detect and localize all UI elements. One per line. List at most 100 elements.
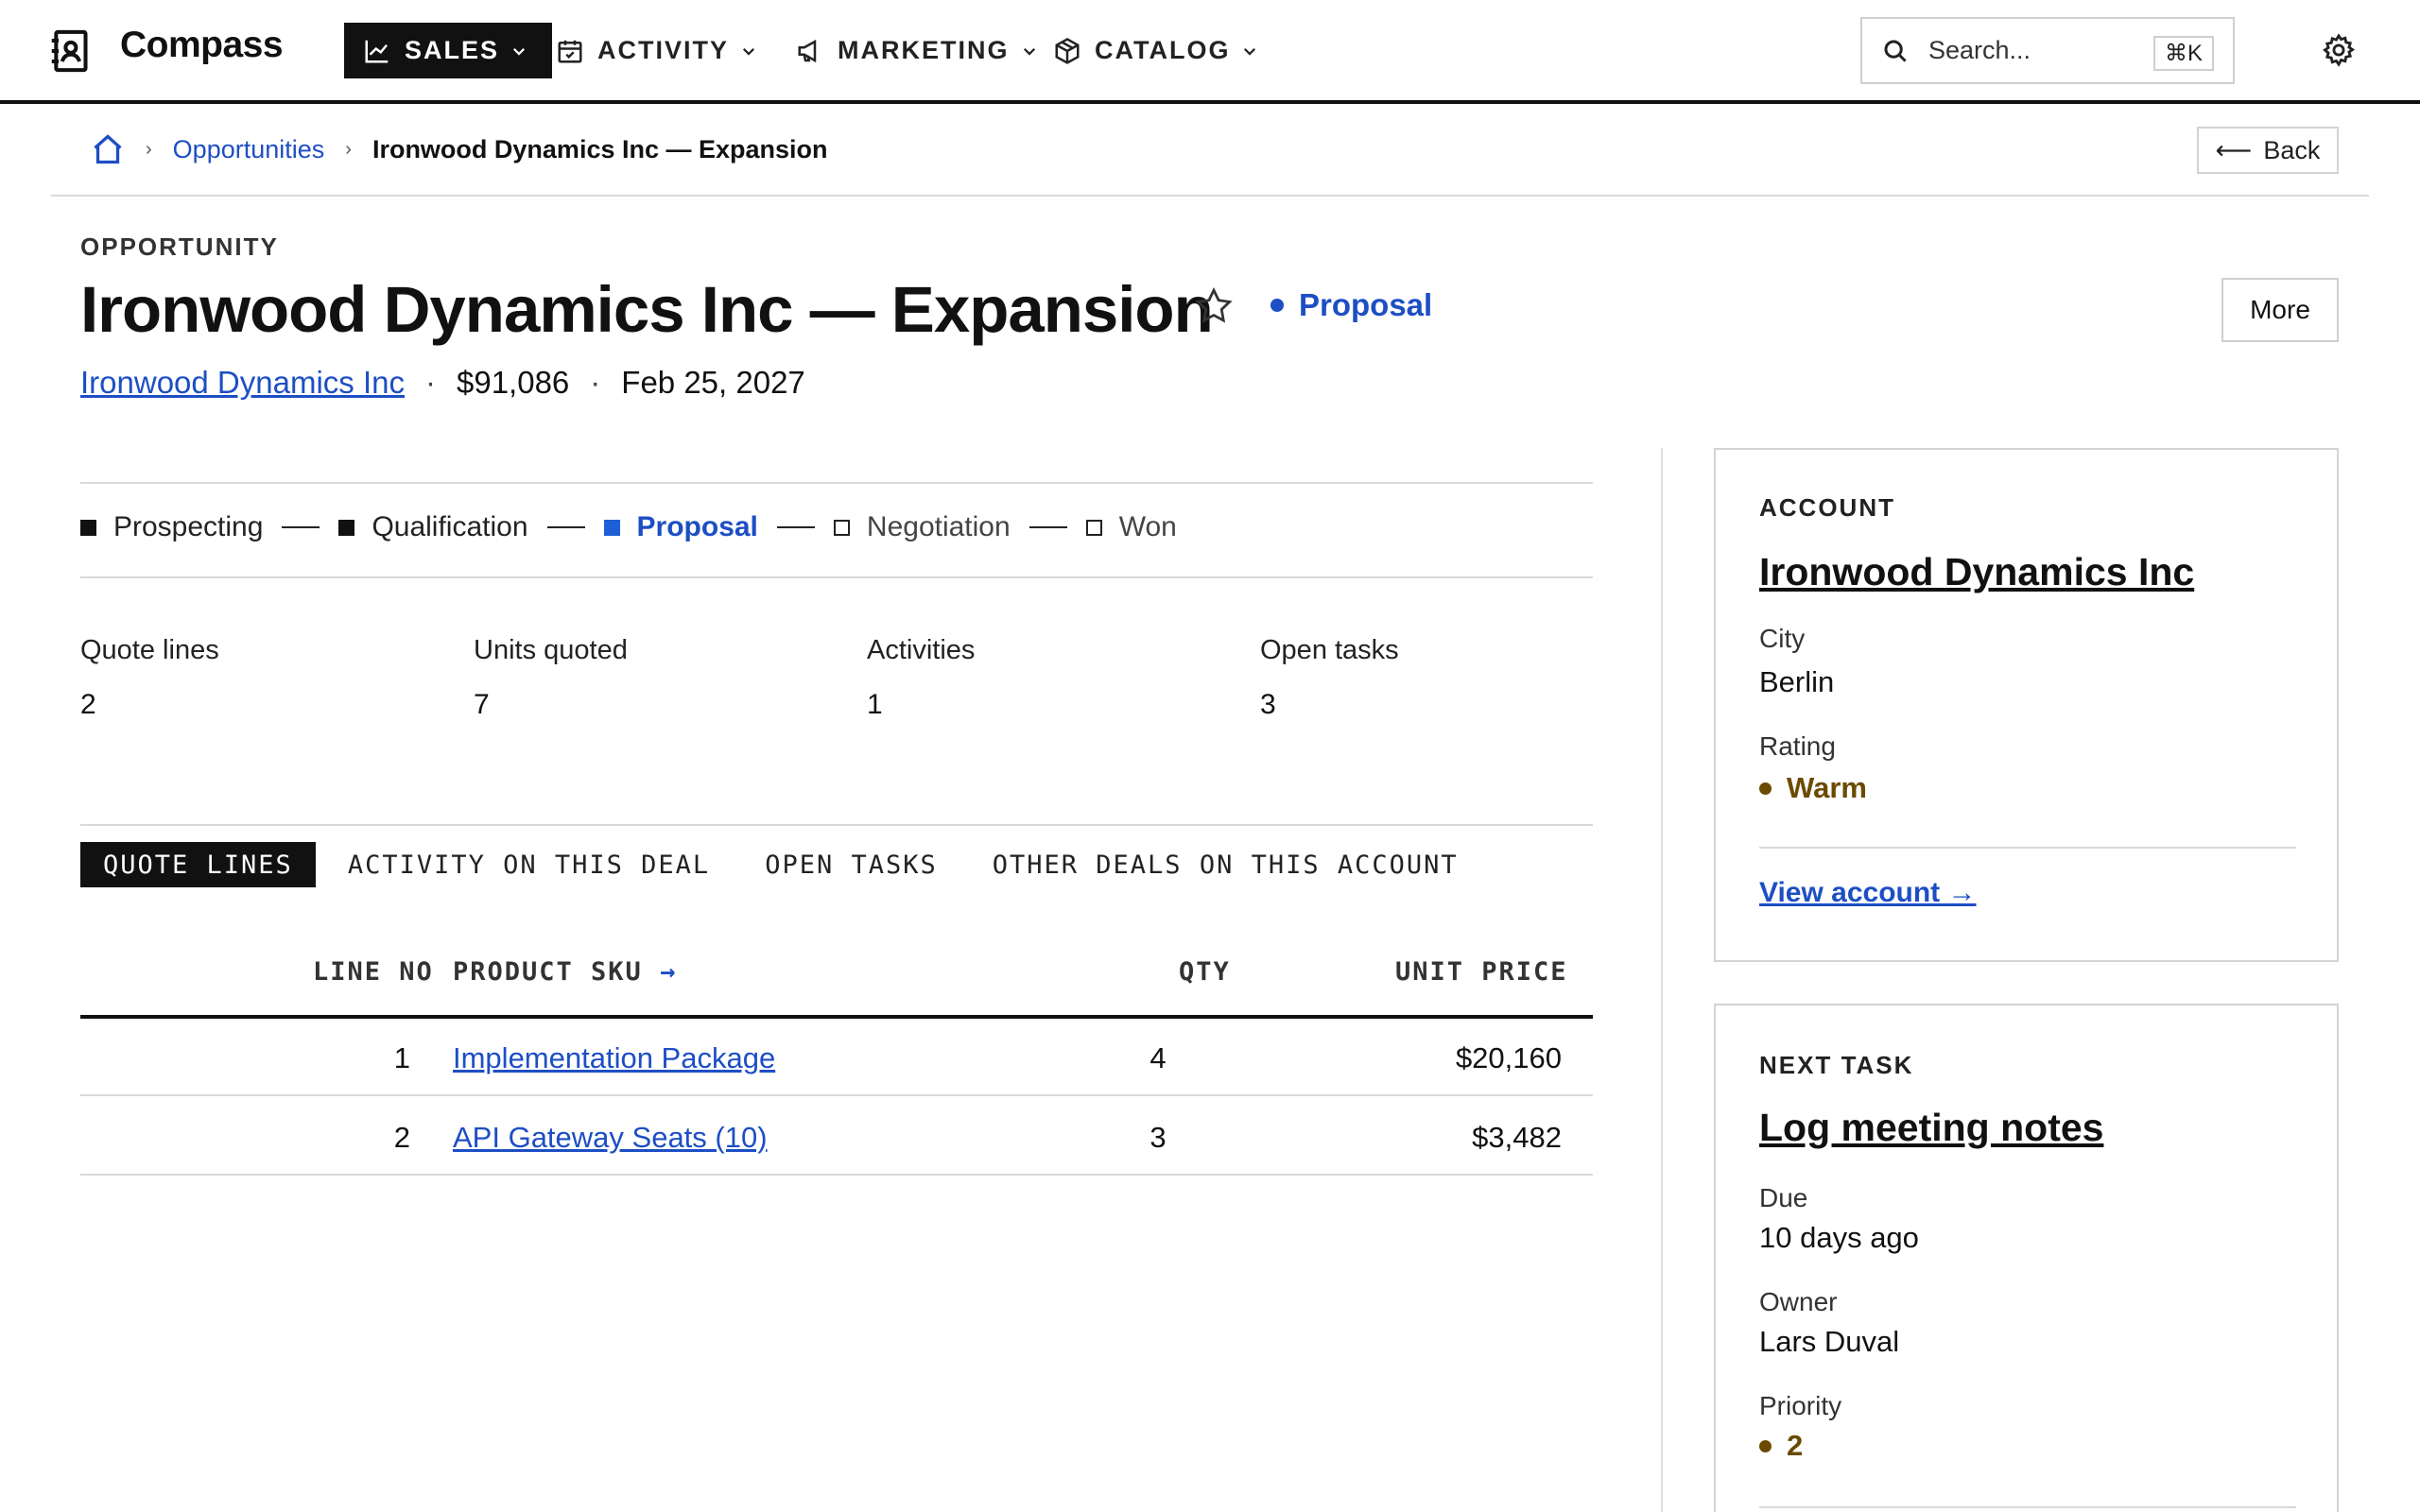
- status-dot: [1270, 299, 1284, 312]
- table-row: 1 Implementation Package 4 $20,160: [80, 1019, 1593, 1096]
- chevron-down-icon: [1244, 47, 1256, 56]
- top-navigation: Compass SALES ACTIVITY MARKETING CATALOG…: [0, 0, 2420, 104]
- rating-badge: Warm: [1759, 771, 1867, 805]
- next-task-card: NEXT TASK Log meeting notes Due 10 days …: [1714, 1004, 2339, 1512]
- stat-open-tasks: Open tasks 3: [1260, 635, 1399, 721]
- task-title-link[interactable]: Log meeting notes: [1759, 1106, 2103, 1150]
- stage-progress: Prospecting Qualification Proposal Negot…: [80, 511, 1177, 543]
- search-input[interactable]: Search... ⌘K: [1860, 17, 2235, 84]
- product-link[interactable]: Implementation Package: [453, 1041, 775, 1074]
- app-logo[interactable]: [49, 28, 91, 74]
- gear-icon[interactable]: [2321, 32, 2357, 68]
- divider: [1759, 1506, 2296, 1508]
- page-title: Ironwood Dynamics Inc — Expansion: [80, 273, 1214, 346]
- stage-connector: [282, 526, 320, 528]
- home-icon[interactable]: [91, 132, 125, 166]
- divider: [80, 482, 1593, 484]
- record-summary: Ironwood Dynamics Inc · $91,086 · Feb 25…: [80, 365, 805, 401]
- stat-quote-lines: Quote lines 2: [80, 635, 219, 721]
- column-header-line-no[interactable]: LINE NO: [313, 957, 434, 987]
- stage-label: Proposal: [636, 511, 758, 542]
- breadcrumb-opportunities[interactable]: Opportunities: [173, 135, 325, 164]
- more-button[interactable]: More: [2221, 278, 2339, 342]
- stage-marker: [1085, 519, 1102, 536]
- cell-line-no: 2: [393, 1121, 410, 1154]
- card-caption: NEXT TASK: [1759, 1051, 1914, 1079]
- app-name[interactable]: Compass: [120, 25, 284, 66]
- view-account-link[interactable]: View account →: [1759, 877, 1977, 909]
- separator-dot: ·: [590, 365, 601, 400]
- stage-marker: [338, 519, 355, 536]
- card-caption: ACCOUNT: [1759, 493, 1895, 522]
- stage-connector: [776, 526, 815, 528]
- status-dot: [1759, 782, 1772, 795]
- divider: [80, 824, 1593, 826]
- priority-value: 2: [1787, 1429, 1804, 1462]
- divider: [51, 195, 2369, 197]
- stage-label: Prospecting: [113, 511, 264, 542]
- nav-catalog[interactable]: CATALOG: [1053, 23, 1258, 78]
- contact-book-icon: [51, 29, 88, 73]
- deal-amount: $91,086: [456, 365, 570, 400]
- chevron-down-icon: [512, 47, 526, 56]
- stage-marker: [603, 519, 620, 536]
- stage-connector: [1028, 526, 1067, 528]
- stage-qualification: Qualification: [338, 511, 603, 543]
- tab-quote-lines[interactable]: QUOTE LINES: [80, 842, 316, 887]
- account-name-link[interactable]: Ironwood Dynamics Inc: [1759, 550, 2194, 594]
- field-label: Due: [1759, 1183, 1808, 1212]
- cell-qty: 4: [1150, 1041, 1167, 1074]
- record-type-label: OPPORTUNITY: [80, 232, 279, 261]
- column-header-product-sku[interactable]: PRODUCT SKU →: [453, 957, 677, 987]
- nav-activity[interactable]: ACTIVITY: [556, 23, 757, 78]
- stage-negotiation: Negotiation: [833, 511, 1086, 543]
- field-label: Rating: [1759, 731, 1836, 761]
- stat-label: Quote lines: [80, 635, 219, 665]
- back-button-label: Back: [2263, 135, 2321, 164]
- field-value: 10 days ago: [1759, 1221, 1919, 1254]
- cell-qty: 3: [1150, 1121, 1167, 1154]
- nav-marketing[interactable]: MARKETING: [796, 23, 1038, 78]
- chevron-down-icon: [742, 47, 755, 56]
- status-dot: [1759, 1439, 1772, 1452]
- cell-line-no: 1: [393, 1041, 410, 1074]
- nav-sales[interactable]: SALES: [344, 23, 553, 78]
- stage-won: Won: [1085, 511, 1177, 543]
- stage-prospecting: Prospecting: [80, 511, 338, 543]
- nav-sales-label: SALES: [405, 36, 500, 64]
- arrow-left-icon: ⟵: [2215, 135, 2253, 164]
- stat-units-quoted: Units quoted 7: [474, 635, 628, 721]
- product-link[interactable]: API Gateway Seats (10): [453, 1121, 768, 1154]
- priority-badge: 2: [1759, 1429, 1803, 1463]
- chevron-right-icon: ›: [345, 138, 352, 160]
- field-value: Lars Duval: [1759, 1325, 1900, 1358]
- account-link[interactable]: Ironwood Dynamics Inc: [80, 365, 405, 401]
- stage-marker: [833, 519, 850, 536]
- close-date: Feb 25, 2027: [621, 365, 805, 400]
- tab-bar: QUOTE LINES ACTIVITY ON THIS DEAL OPEN T…: [80, 842, 1491, 887]
- chevron-down-icon: [1023, 47, 1035, 56]
- stat-value: 2: [80, 689, 96, 720]
- column-header-qty[interactable]: QTY: [1179, 957, 1231, 987]
- tab-open-tasks[interactable]: OPEN TASKS: [742, 842, 960, 887]
- table-row: 2 API Gateway Seats (10) 3 $3,482: [80, 1098, 1593, 1176]
- field-label: Owner: [1759, 1287, 1838, 1316]
- star-icon[interactable]: [1193, 285, 1235, 327]
- search-placeholder: Search...: [1928, 36, 2031, 64]
- stage-label: Qualification: [372, 511, 528, 542]
- back-button[interactable]: ⟵ Back: [2197, 127, 2339, 174]
- field-label: City: [1759, 624, 1806, 653]
- nav-catalog-label: CATALOG: [1095, 36, 1231, 64]
- stat-value: 3: [1260, 689, 1276, 720]
- tab-activity[interactable]: ACTIVITY ON THIS DEAL: [325, 842, 733, 887]
- column-header-unit-price[interactable]: UNIT PRICE: [1395, 957, 1568, 987]
- stage-label: Won: [1118, 511, 1177, 542]
- cell-unit-price: $20,160: [1455, 1041, 1562, 1074]
- megaphone-icon: [798, 39, 817, 62]
- tab-other-deals[interactable]: OTHER DEALS ON THIS ACCOUNT: [970, 842, 1481, 887]
- stat-label: Activities: [867, 635, 976, 665]
- cell-unit-price: $3,482: [1472, 1121, 1562, 1154]
- stage-label: Negotiation: [866, 511, 1011, 542]
- chart-line-icon: [365, 40, 389, 62]
- sort-arrow-icon: →: [660, 957, 678, 987]
